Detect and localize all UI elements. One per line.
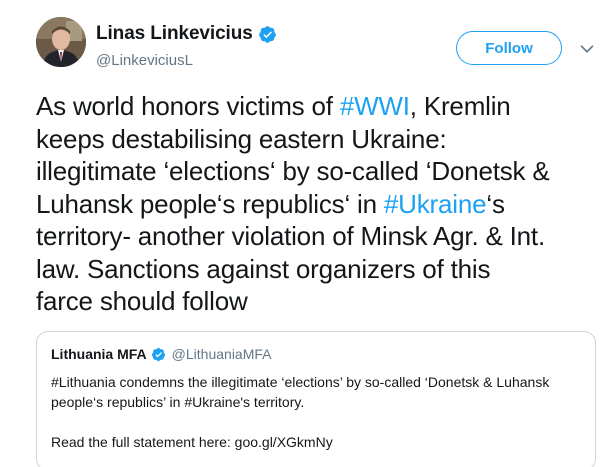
tweet-text-line: law. Sanctions against organizers of thi…: [36, 253, 596, 286]
verified-badge-icon: [258, 25, 276, 43]
follow-button[interactable]: Follow: [456, 31, 562, 65]
tweet-text-segment: territory- another violation of Minsk Ag…: [36, 221, 545, 251]
tweet-text-line: territory- another violation of Minsk Ag…: [36, 220, 596, 253]
chevron-down-icon: [580, 45, 594, 53]
avatar[interactable]: [36, 17, 86, 67]
tweet-text-segment: As world honors victims of: [36, 91, 340, 121]
quoted-handle: @LithuaniaMFA: [171, 346, 272, 362]
tweet-text-line: illegitimate ‘elections‘ by so-called ‘D…: [36, 155, 596, 188]
avatar-photo: [36, 17, 86, 67]
tweet-text-segment: farce should follow: [36, 286, 248, 316]
tweet-text-segment: law. Sanctions against organizers of thi…: [36, 253, 491, 284]
author-name-row: Linas Linkevicius: [96, 23, 277, 45]
author-display-name[interactable]: Linas Linkevicius: [96, 23, 253, 45]
tweet-text-segment: , Kremlin: [409, 91, 511, 121]
quoted-text-line: #Lithuania condemns the illegitimate ‘el…: [51, 374, 550, 390]
verified-badge-icon: [151, 347, 165, 361]
quoted-text-line: people‘s republics’ in #Ukraine's territ…: [51, 394, 305, 410]
quoted-text-line: Read the full statement here: goo.gl/XGk…: [51, 434, 333, 450]
tweet-text-line: keeps destabilising eastern Ukraine:: [36, 123, 596, 156]
tweet-text: As world honors victims of #WWI, Kremlin…: [36, 90, 596, 318]
hashtag-link[interactable]: #WWI: [340, 91, 410, 121]
tweet-text-segment: illegitimate ‘elections‘ by so-called ‘D…: [36, 156, 550, 186]
tweet-menu-caret[interactable]: [576, 38, 598, 60]
quoted-tweet-header: Lithuania MFA @LithuaniaMFA: [51, 344, 581, 364]
quoted-tweet-body: #Lithuania condemns the illegitimate ‘el…: [51, 372, 581, 452]
tweet-text-line: Luhansk people‘s republics‘ in #Ukraine‘…: [36, 188, 596, 221]
quoted-tweet[interactable]: Lithuania MFA @LithuaniaMFA #Lithuania c…: [36, 331, 596, 467]
tweet-text-segment: Luhansk people‘s republics‘ in: [36, 188, 384, 219]
tweet-text-line: As world honors victims of #WWI, Kremlin: [36, 90, 596, 123]
quoted-display-name: Lithuania MFA: [51, 346, 147, 362]
tweet-text-segment: keeps destabilising eastern Ukraine:: [36, 123, 447, 154]
tweet-text-segment: ‘s: [486, 188, 505, 219]
author-handle[interactable]: @LinkeviciusL: [96, 52, 193, 69]
tweet-text-line: farce should follow: [36, 285, 596, 318]
tweet-card: Linas Linkevicius @LinkeviciusL Follow A…: [0, 0, 616, 467]
quoted-text-blank-line: [51, 412, 581, 432]
hashtag-link[interactable]: #Ukraine: [384, 189, 487, 219]
